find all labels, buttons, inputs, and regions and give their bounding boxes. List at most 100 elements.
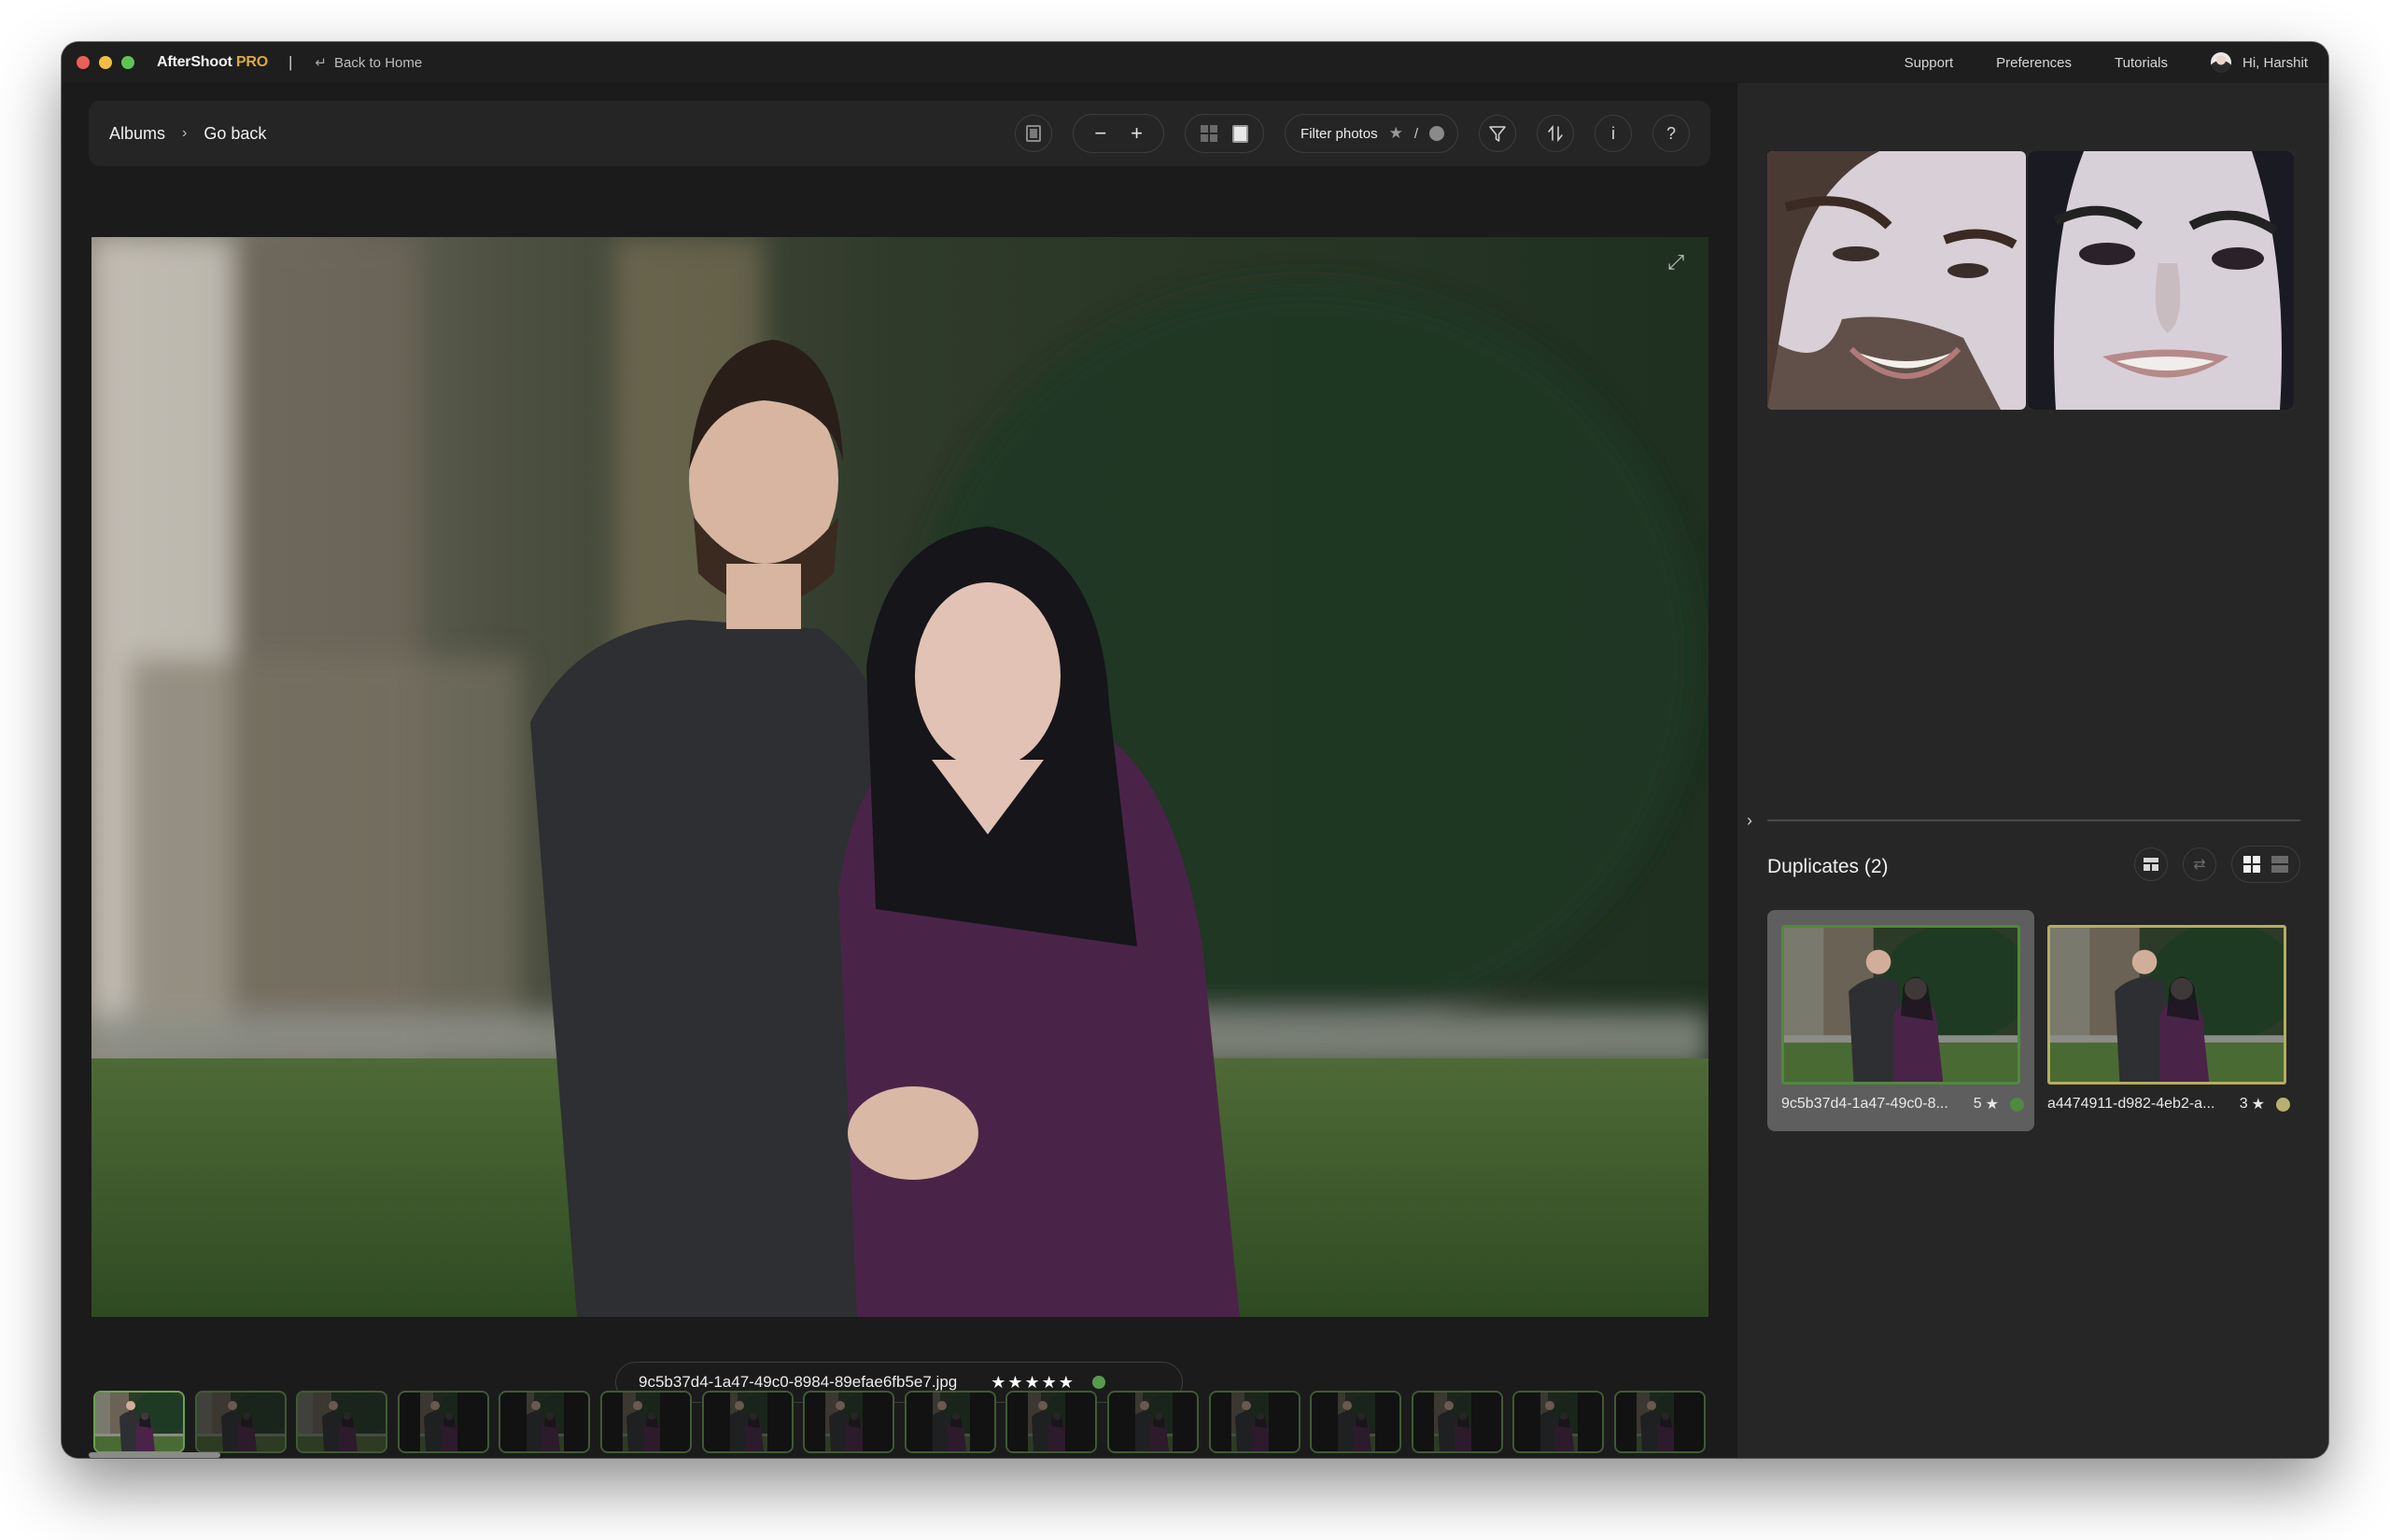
- preferences-link[interactable]: Preferences: [1996, 55, 2072, 71]
- title-separator: |: [288, 53, 293, 71]
- filmstrip-thumbnail[interactable]: [1412, 1391, 1503, 1453]
- duplicate-card[interactable]: 9c5b37d4-1a47-49c0-8... 5 ★: [1767, 910, 2034, 1131]
- letterbox: [1211, 1393, 1231, 1451]
- filmstrip-thumbnail[interactable]: [93, 1391, 185, 1453]
- letterbox: [400, 1393, 420, 1451]
- filmstrip-thumbnail[interactable]: [1512, 1391, 1604, 1453]
- filmstrip-thumbnail[interactable]: [1209, 1391, 1300, 1453]
- letterbox: [1616, 1393, 1637, 1451]
- duplicates-toolbar: ⇄: [2134, 846, 2300, 883]
- letterbox: [704, 1393, 730, 1451]
- layout-button[interactable]: [2134, 847, 2168, 881]
- breadcrumb: Albums › Go back: [109, 101, 266, 166]
- letterbox: [602, 1393, 623, 1451]
- duplicate-rating[interactable]: 3 ★: [2240, 1095, 2265, 1113]
- filename-text: 9c5b37d4-1a47-49c0-8984-89efae6fb5e7.jpg: [639, 1373, 958, 1391]
- grid-view-icon[interactable]: [2243, 856, 2260, 873]
- duplicate-label: a4474911-d982-4eb2-a... 3 ★: [2047, 1095, 2290, 1113]
- grid-view-icon[interactable]: [1201, 125, 1218, 142]
- face-crop-woman[interactable]: [2028, 151, 2294, 410]
- letterbox: [1109, 1393, 1135, 1451]
- duplicate-card[interactable]: a4474911-d982-4eb2-a... 3 ★: [2033, 910, 2300, 1131]
- duplicate-filename: 9c5b37d4-1a47-49c0-8...: [1781, 1096, 1948, 1112]
- duplicate-filename: a4474911-d982-4eb2-a...: [2047, 1096, 2215, 1112]
- color-label-dot[interactable]: [2010, 1097, 2024, 1112]
- user-menu[interactable]: Hi, Harshit: [2210, 52, 2308, 73]
- star-rating[interactable]: ★★★★★: [991, 1373, 1076, 1393]
- return-arrow-icon: ↵: [315, 55, 327, 71]
- filmstrip-thumbnail[interactable]: [1614, 1391, 1706, 1453]
- funnel-icon: [1489, 126, 1506, 142]
- breadcrumb-albums[interactable]: Albums: [109, 124, 165, 144]
- minimize-window-button[interactable]: [99, 56, 112, 69]
- letterbox: [1578, 1393, 1602, 1451]
- avatar: [2210, 52, 2231, 73]
- filmstrip-thumbnail[interactable]: [1005, 1391, 1097, 1453]
- fit-frame-button[interactable]: [1015, 115, 1053, 152]
- filmstrip-thumbnail[interactable]: [702, 1391, 794, 1453]
- star-icon: ★: [1985, 1097, 1999, 1113]
- info-button[interactable]: i: [1595, 115, 1632, 152]
- rating-value: 5: [1973, 1096, 1982, 1112]
- app-logo: AfterShoot PRO: [157, 54, 268, 71]
- filter-button[interactable]: [1479, 115, 1516, 152]
- letterbox: [907, 1393, 933, 1451]
- letterbox: [1674, 1393, 1704, 1451]
- filmstrip-scrollbar[interactable]: [89, 1452, 220, 1458]
- breadcrumb-go-back[interactable]: Go back: [204, 124, 266, 144]
- sync-button[interactable]: ⇄: [2183, 847, 2216, 881]
- duplicate-rating[interactable]: 5 ★: [1974, 1095, 1999, 1113]
- info-icon: i: [1611, 123, 1615, 143]
- chevron-right-icon: ›: [182, 125, 188, 141]
- letterbox: [1269, 1393, 1299, 1451]
- filmstrip-thumbnail[interactable]: [803, 1391, 894, 1453]
- help-icon: ?: [1666, 123, 1676, 143]
- duplicate-label: 9c5b37d4-1a47-49c0-8... 5 ★: [1781, 1095, 2024, 1113]
- maximize-window-button[interactable]: [121, 56, 134, 69]
- filmstrip-thumbnail[interactable]: [1310, 1391, 1401, 1453]
- close-window-button[interactable]: [77, 56, 90, 69]
- letterbox: [1007, 1393, 1028, 1451]
- face-crop-man[interactable]: [1767, 151, 2026, 410]
- window-controls: [77, 56, 134, 69]
- filmstrip-thumbnail[interactable]: [600, 1391, 692, 1453]
- letterbox: [660, 1393, 690, 1451]
- panel-divider[interactable]: [1767, 819, 2300, 821]
- back-to-home-link[interactable]: ↵ Back to Home: [315, 54, 422, 72]
- view-mode-toggle: [1185, 114, 1265, 153]
- letterbox: [457, 1393, 487, 1451]
- face-image: [2028, 151, 2294, 410]
- letterbox: [1173, 1393, 1197, 1451]
- tutorials-link[interactable]: Tutorials: [2115, 55, 2168, 71]
- zoom-out-button[interactable]: −: [1094, 121, 1106, 146]
- letterbox: [1514, 1393, 1540, 1451]
- main-photo[interactable]: ⤢: [91, 237, 1708, 1317]
- sync-icon: ⇄: [2193, 857, 2206, 873]
- filmstrip-thumbnail[interactable]: [195, 1391, 287, 1453]
- color-label-dot[interactable]: [2276, 1097, 2290, 1112]
- help-button[interactable]: ?: [1652, 115, 1690, 152]
- face-image: [1767, 151, 2026, 410]
- filmstrip-thumbnail[interactable]: [1107, 1391, 1199, 1453]
- zoom-in-button[interactable]: +: [1131, 121, 1143, 146]
- brand-name: AfterShoot: [157, 54, 232, 70]
- top-nav: Support Preferences Tutorials Hi, Harshi…: [1905, 42, 2308, 83]
- color-label-dot[interactable]: [1091, 1376, 1105, 1389]
- support-link[interactable]: Support: [1905, 55, 1954, 71]
- filmstrip-thumbnail[interactable]: [296, 1391, 387, 1453]
- filmstrip-thumbnail[interactable]: [398, 1391, 489, 1453]
- collapse-chevron-icon[interactable]: ›: [1747, 811, 1752, 831]
- filmstrip-thumbnail[interactable]: [499, 1391, 590, 1453]
- compare-button[interactable]: [1537, 115, 1574, 152]
- letterbox: [564, 1393, 588, 1451]
- compare-arrows-icon: [1548, 124, 1563, 143]
- letterbox: [500, 1393, 527, 1451]
- filmstrip-thumbnail[interactable]: [905, 1391, 996, 1453]
- expand-icon[interactable]: ⤢: [1667, 250, 1684, 274]
- single-view-icon[interactable]: [1232, 124, 1249, 143]
- filter-photos-button[interactable]: Filter photos ★ /: [1285, 114, 1458, 153]
- color-label-icon: [1429, 126, 1444, 141]
- list-view-icon[interactable]: [2271, 856, 2288, 873]
- user-greeting: Hi, Harshit: [2242, 54, 2308, 71]
- star-icon: ★: [2251, 1097, 2265, 1113]
